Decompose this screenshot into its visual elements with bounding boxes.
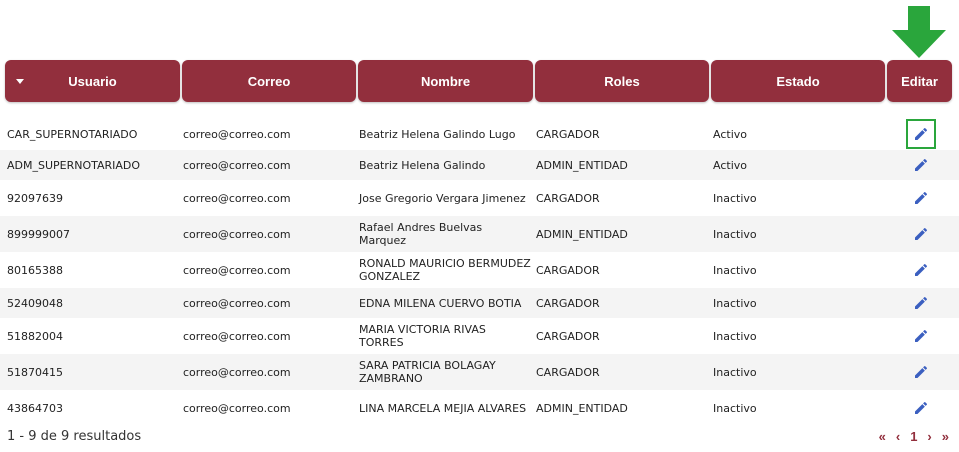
cell-usuario: 51870415: [7, 365, 63, 379]
cell-estado: Inactivo: [713, 263, 757, 277]
cell-roles: ADMIN_ENTIDAD: [536, 401, 628, 415]
cell-nombre: MARIA VICTORIA RIVAS TORRES: [359, 323, 486, 349]
cell-correo: correo@correo.com: [183, 296, 291, 310]
cell-estado: Inactivo: [713, 296, 757, 310]
cell-nombre: RONALD MAURICIO BERMUDEZ GONZALEZ: [359, 257, 531, 283]
cell-estado: Activo: [713, 127, 747, 141]
cell-roles: CARGADOR: [536, 263, 600, 277]
pencil-icon: [914, 365, 927, 378]
cell-roles: ADMIN_ENTIDAD: [536, 227, 628, 241]
table-row: 51870415 correo@correo.com SARA PATRICIA B…: [0, 354, 959, 390]
cell-roles: CARGADOR: [536, 365, 600, 379]
cell-nombre: Rafael Andres Buelvas Marquez: [359, 221, 483, 247]
table-row: 80165388 correo@correo.com RONALD MAURICIO…: [0, 252, 959, 288]
table-header: Usuario Correo Nombre Roles Estado Edita…: [5, 60, 952, 102]
cell-roles: CARGADOR: [536, 329, 600, 343]
cell-estado: Inactivo: [713, 191, 757, 205]
caret-down-icon[interactable]: [16, 79, 24, 84]
cell-usuario: 92097639: [7, 191, 63, 205]
cell-estado: Inactivo: [713, 329, 757, 343]
cell-editar: [889, 288, 952, 318]
pencil-icon: [914, 296, 927, 309]
cell-nombre: Beatriz Helena Galindo Lugo: [359, 127, 516, 141]
cell-nombre: Jose Gregorio Vergara Jimenez: [359, 191, 526, 205]
pencil-icon: [914, 329, 927, 342]
cell-nombre: SARA PATRICIA BOLAGAY ZAMBRANO: [359, 359, 496, 385]
cell-roles: ADMIN_ENTIDAD: [536, 158, 628, 172]
edit-button[interactable]: [906, 219, 936, 249]
cell-usuario: 51882004: [7, 329, 63, 343]
cell-roles: CARGADOR: [536, 296, 600, 310]
edit-button[interactable]: [906, 393, 936, 423]
first-page-button[interactable]: «: [879, 429, 886, 444]
table-row: 51882004 correo@correo.com MARIA VICTORIA …: [0, 318, 959, 354]
pencil-icon: [914, 191, 927, 204]
column-header-estado[interactable]: Estado: [711, 60, 885, 102]
cell-estado: Inactivo: [713, 227, 757, 241]
cell-nombre: LINA MARCELA MEJIA ALVARES: [359, 401, 527, 415]
edit-button[interactable]: [906, 288, 936, 318]
column-header-roles[interactable]: Roles: [535, 60, 709, 102]
pencil-icon: [914, 158, 927, 171]
table-row: CAR_SUPERNOTARIADO correo@correo.com Beatr…: [0, 118, 959, 150]
cell-correo: correo@correo.com: [183, 401, 291, 415]
edit-button[interactable]: [906, 357, 936, 387]
cell-estado: Activo: [713, 158, 747, 172]
arrow-down-icon: [892, 6, 946, 58]
table-row: 52409048 correo@correo.com EDNA MILENA CUE…: [0, 288, 959, 318]
cell-editar: [889, 216, 952, 252]
cell-editar: [889, 252, 952, 288]
table-row: 899999007 correo@correo.com Rafael Andres …: [0, 216, 959, 252]
column-header-nombre[interactable]: Nombre: [358, 60, 533, 102]
table-row: ADM_SUPERNOTARIADO correo@correo.com Beatr…: [0, 150, 959, 180]
cell-usuario: CAR_SUPERNOTARIADO: [7, 127, 138, 141]
page-number-button[interactable]: 1: [910, 429, 917, 444]
cell-usuario: 43864703: [7, 401, 63, 415]
edit-button[interactable]: [905, 119, 936, 149]
table-row: 92097639 correo@correo.com Jose Gregorio V…: [0, 180, 959, 216]
cell-usuario: ADM_SUPERNOTARIADO: [7, 158, 141, 172]
pencil-icon: [914, 401, 927, 414]
cell-estado: Inactivo: [713, 401, 757, 415]
prev-page-button[interactable]: ‹: [896, 429, 900, 444]
cell-nombre: Beatriz Helena Galindo: [359, 158, 486, 172]
last-page-button[interactable]: »: [942, 429, 949, 444]
pencil-icon: [914, 227, 927, 240]
edit-button[interactable]: [906, 150, 936, 180]
cell-correo: correo@correo.com: [183, 127, 291, 141]
cell-correo: correo@correo.com: [183, 329, 291, 343]
cell-usuario: 899999007: [7, 227, 70, 241]
cell-correo: correo@correo.com: [183, 365, 291, 379]
table-row: 43864703 correo@correo.com LINA MARCELA ME…: [0, 390, 959, 426]
cell-correo: correo@correo.com: [183, 191, 291, 205]
cell-editar: [889, 354, 952, 390]
cell-correo: correo@correo.com: [183, 263, 291, 277]
pencil-icon: [914, 127, 927, 140]
cell-correo: correo@correo.com: [183, 227, 291, 241]
cell-editar: [889, 180, 952, 216]
edit-button[interactable]: [906, 255, 936, 285]
column-header-correo[interactable]: Correo: [182, 60, 356, 102]
cell-usuario: 52409048: [7, 296, 63, 310]
cell-nombre: EDNA MILENA CUERVO BOTIA: [359, 296, 522, 310]
pencil-icon: [914, 263, 927, 276]
column-header-editar: Editar: [887, 60, 952, 102]
edit-button[interactable]: [906, 321, 936, 351]
cell-correo: correo@correo.com: [183, 158, 291, 172]
cell-usuario: 80165388: [7, 263, 63, 277]
cell-editar: [889, 118, 952, 150]
cell-estado: Inactivo: [713, 365, 757, 379]
table-body: CAR_SUPERNOTARIADO correo@correo.com Beatr…: [0, 118, 959, 426]
results-count: 1 - 9 de 9 resultados: [7, 429, 142, 444]
next-page-button[interactable]: ›: [927, 429, 931, 444]
column-header-usuario[interactable]: Usuario: [5, 60, 180, 102]
cell-roles: CARGADOR: [536, 191, 600, 205]
cell-roles: CARGADOR: [536, 127, 600, 141]
edit-button[interactable]: [906, 183, 936, 213]
cell-editar: [889, 150, 952, 180]
cell-editar: [889, 318, 952, 354]
cell-editar: [889, 390, 952, 426]
pagination: « ‹ 1 › »: [869, 429, 949, 444]
